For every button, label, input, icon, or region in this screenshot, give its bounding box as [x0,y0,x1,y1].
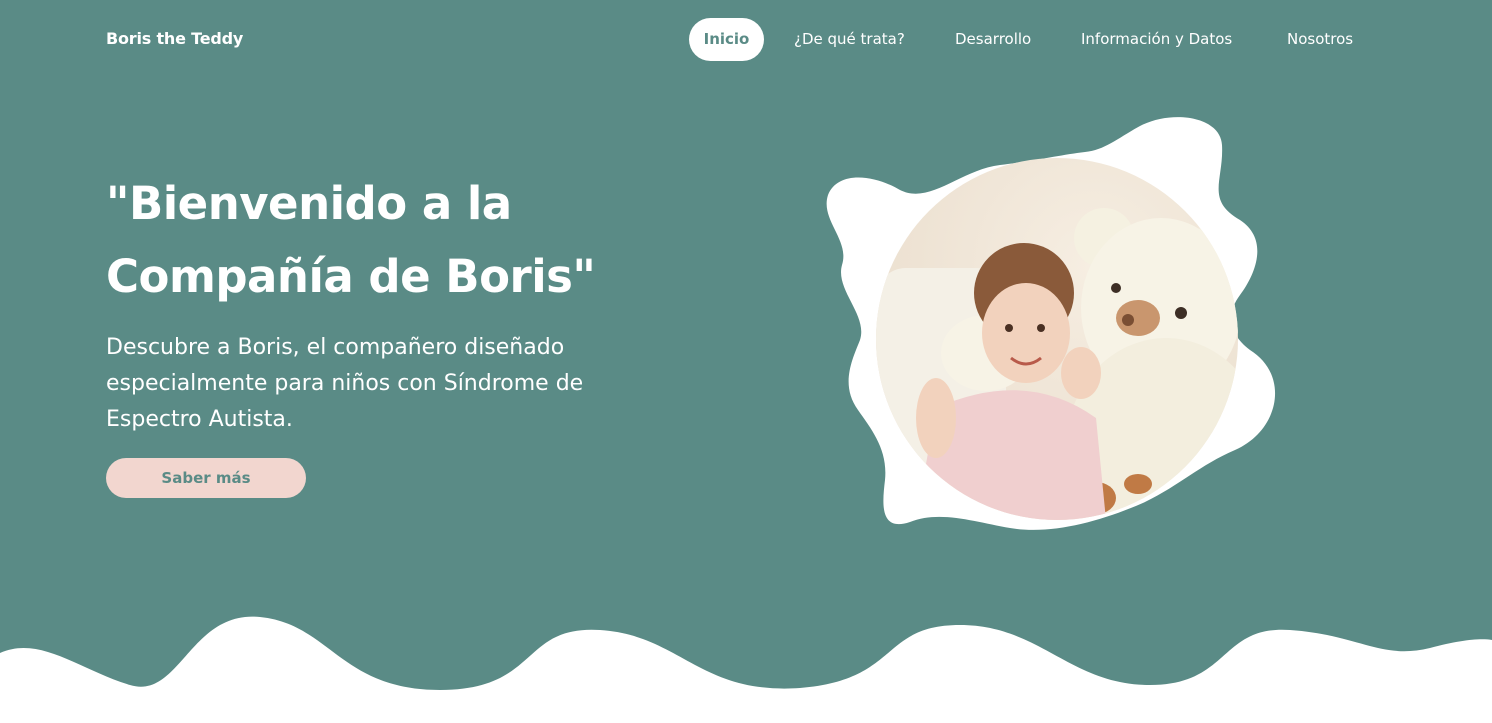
hero-section: Boris the Teddy Inicio ¿De qué trata? De… [0,0,1492,723]
nav-item-desarrollo[interactable]: Desarrollo [955,18,1031,61]
hero-title-line-1: "Bienvenido a la [106,177,512,230]
nav-item-de-que-trata[interactable]: ¿De qué trata? [794,18,905,61]
saber-mas-button[interactable]: Saber más [106,458,306,498]
hero-description-line-1: Descubre a Boris, el compañero diseñado [106,335,565,360]
nav-item-inicio[interactable]: Inicio [689,18,764,61]
hero-title: "Bienvenido a la Compañía de Boris" [106,167,666,313]
hero-title-line-2: Compañía de Boris" [106,250,596,303]
hero-description-line-2: especialmente para niños con Síndrome de [106,371,584,396]
nav-item-nosotros[interactable]: Nosotros [1287,18,1353,61]
nav-item-informacion-y-datos[interactable]: Información y Datos [1081,18,1232,61]
main-nav: Inicio ¿De qué trata? Desarrollo Informa… [0,18,1492,61]
hero-photo [876,158,1238,520]
hero-description: Descubre a Boris, el compañero diseñado … [106,330,666,438]
bottom-wave-shape [0,616,1492,723]
hero-description-line-3: Espectro Autista. [106,407,293,432]
